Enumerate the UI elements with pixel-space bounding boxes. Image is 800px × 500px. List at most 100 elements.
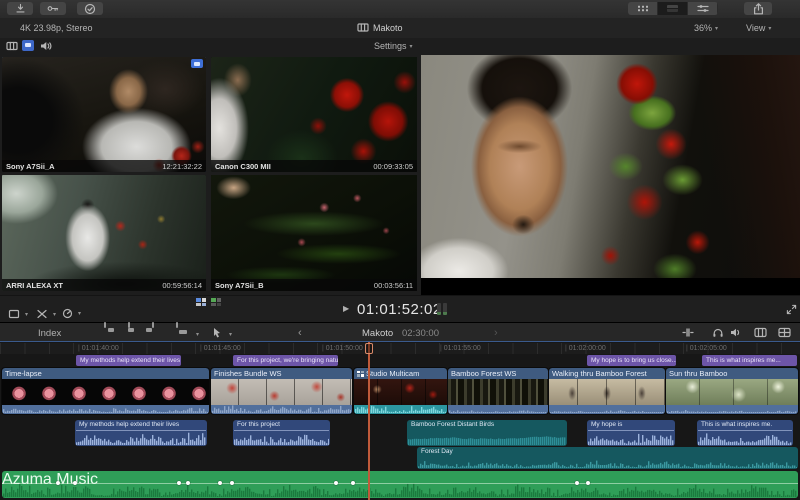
effects-browser-icon[interactable] <box>778 327 791 338</box>
angle-timecode: 00:09:33:05 <box>373 161 413 171</box>
inspector-toggle-button[interactable] <box>688 2 718 15</box>
angle-name: Sony A7Sii_A <box>6 161 55 171</box>
keyword-editor-button[interactable] <box>40 2 66 15</box>
forward-nav-button[interactable]: › <box>494 327 498 339</box>
edit-options-chevron-icon[interactable]: ▾ <box>196 331 199 338</box>
clip-name: This is what inspires me. <box>701 421 773 428</box>
clip-name: For this project <box>237 421 280 428</box>
back-nav-button[interactable]: ‹ <box>298 327 302 339</box>
transform-menu-icon[interactable]: ▾ <box>8 309 28 319</box>
audio-meter-left[interactable] <box>437 303 441 315</box>
retime-menu-icon[interactable]: ▾ <box>62 308 81 319</box>
angle-video-canon-c300 <box>211 57 417 172</box>
clip-name: My methods help extend their lives <box>79 421 180 428</box>
connected-audio-lane-2: Forest Day <box>0 447 800 469</box>
format-label: 4K 23.98p, Stereo <box>20 23 93 33</box>
import-media-button[interactable] <box>7 2 33 15</box>
volume-keyframe-dot[interactable] <box>230 481 235 485</box>
timeline-toggle-button[interactable] <box>658 2 688 15</box>
angle-cell-sony-a7sii-a[interactable]: Sony A7Sii_A 12:21:32:22 <box>2 57 206 172</box>
viewer-zoom-menu[interactable]: 36% ▾ <box>694 23 718 33</box>
solo-headphones-icon[interactable] <box>712 327 724 338</box>
timeline-panes-icon <box>667 5 678 12</box>
music-clip-azuma[interactable]: Azuma Music <box>2 471 798 498</box>
chevron-down-icon: ▾ <box>768 26 772 32</box>
angle-video-sony-a7sii-b <box>211 175 417 291</box>
captions-lane: My methods help extend their lives For t… <box>0 355 800 366</box>
browser-toggle-button[interactable] <box>628 2 658 15</box>
share-icon <box>753 2 764 15</box>
ruler-label: 01:01:45:00 <box>203 345 241 352</box>
angle-cell-canon-c300[interactable]: Canon C300 MII 00:09:33:05 <box>211 57 417 172</box>
audio-clip-sfx-birds[interactable]: Bamboo Forest Distant Birds <box>407 420 567 446</box>
current-timecode: 01:01:52:02 <box>357 301 442 318</box>
multicam-icon <box>357 370 364 377</box>
volume-keyframe-dot[interactable] <box>176 481 181 485</box>
audio-meter-right[interactable] <box>443 303 447 315</box>
video-clip-walking-thru-bamboo[interactable]: Walking thru Bamboo Forest <box>548 367 666 415</box>
timeline-ruler[interactable]: | 01:01:40:00 | 01:01:45:00 | 01:01:50:0… <box>0 343 800 354</box>
viewer-project-title: Makoto <box>373 23 403 33</box>
playhead[interactable] <box>365 342 373 500</box>
clip-name: Studio Multicam <box>366 369 420 378</box>
chevron-down-icon: ▾ <box>715 26 719 32</box>
video-clip-finishes-bundle[interactable]: Finishes Bundle WS <box>210 367 353 415</box>
caption-clip[interactable]: For this project, we're bringing nature.… <box>233 355 338 366</box>
clip-audio <box>2 405 209 414</box>
angle-settings-menu[interactable]: Settings ▾ <box>374 41 413 51</box>
play-button[interactable]: ▶ <box>343 304 349 313</box>
caption-clip[interactable]: My hope is to bring us close... <box>587 355 676 366</box>
clip-thumbnails <box>666 379 798 405</box>
video-clip-bamboo-forest-ws[interactable]: Bamboo Forest WS <box>447 367 549 415</box>
background-tasks-button[interactable] <box>77 2 103 15</box>
clip-name: Bamboo Forest Distant Birds <box>411 421 495 428</box>
volume-keyframe-dot[interactable] <box>574 481 579 485</box>
media-browser-icon[interactable] <box>754 327 767 338</box>
clip-name: Forest Day <box>421 448 453 455</box>
caption-clip[interactable]: My methods help extend their lives <box>76 355 181 366</box>
tools-menu-icon[interactable]: ▾ <box>36 309 56 319</box>
timeline-toolbar: Index ▾ ▾ ‹ Makoto 02:30:00 › <box>0 322 800 342</box>
sliders-icon <box>696 4 709 13</box>
tool-menu-chevron-icon[interactable]: ▾ <box>229 331 232 338</box>
timeline[interactable]: | 01:01:40:00 | 01:01:45:00 | 01:01:50:0… <box>0 341 800 500</box>
import-icon <box>15 3 26 14</box>
audio-bank-icon[interactable] <box>211 298 221 306</box>
audio-clip-dialogue[interactable]: My methods help extend their lives <box>75 420 207 446</box>
keyword-icon <box>47 3 59 14</box>
video-clip-sun-thru-bamboo[interactable]: Sun thru Bamboo <box>665 367 799 415</box>
fullscreen-icon[interactable] <box>786 304 797 315</box>
audio-clip-forest-day[interactable]: Forest Day <box>417 447 798 469</box>
volume-keyframe-dot[interactable] <box>351 481 356 485</box>
audio-clip-dialogue[interactable]: For this project <box>233 420 330 446</box>
window-toolbar <box>0 0 800 19</box>
volume-line[interactable] <box>2 483 798 484</box>
audio-clip-dialogue[interactable]: My hope is <box>587 420 675 446</box>
select-tool-icon[interactable] <box>212 327 222 338</box>
video-switch-icon[interactable] <box>6 41 18 51</box>
angle-name: Sony A7Sii_B <box>215 280 264 290</box>
angle-name: ARRI ALEXA XT <box>6 280 63 290</box>
audio-switch-icon[interactable] <box>40 41 52 51</box>
pane-toggle-group <box>628 2 718 15</box>
share-button[interactable] <box>744 2 772 15</box>
angle-cell-arri-alexa[interactable]: ARRI ALEXA XT 00:59:56:14 <box>2 175 206 291</box>
caption-clip[interactable]: This is what inspires me... <box>702 355 797 366</box>
video-bank-icon[interactable] <box>196 298 206 306</box>
volume-keyframe-dot[interactable] <box>585 481 590 485</box>
angle-cell-sony-a7sii-b[interactable]: Sony A7Sii_B 00:03:56:11 <box>211 175 417 291</box>
audio-clip-dialogue[interactable]: This is what inspires me. <box>697 420 793 446</box>
index-button[interactable]: Index <box>38 328 61 339</box>
ruler-label: 01:01:40:00 <box>81 345 119 352</box>
volume-keyframe-dot[interactable] <box>55 481 60 485</box>
clip-name: My hope is <box>591 421 623 428</box>
audio-skimming-icon[interactable] <box>730 327 742 338</box>
video-clip-time-lapse[interactable]: Time-lapse <box>1 367 210 415</box>
av-switch-icon[interactable] <box>22 40 34 51</box>
viewer-view-menu[interactable]: View ▾ <box>746 23 771 33</box>
playhead-handle[interactable] <box>365 343 373 354</box>
timeline-project-name[interactable]: Makoto <box>362 328 393 339</box>
clip-name: Bamboo Forest WS <box>451 369 517 378</box>
angle-timecode: 00:03:56:11 <box>373 280 413 290</box>
trim-tool-icon[interactable] <box>682 327 694 338</box>
